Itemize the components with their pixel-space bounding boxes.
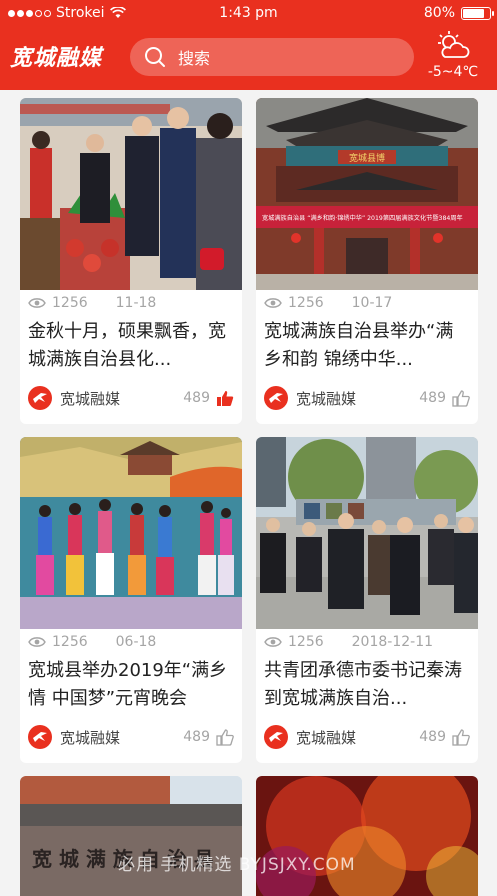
like-count: 489	[419, 390, 446, 406]
status-time: 1:43 pm	[219, 5, 278, 21]
source-name: 宽城融媒	[60, 728, 121, 747]
card-meta: 1256 10-17	[264, 295, 392, 311]
news-photo: 宽城县博 宽城满族自治县 “满乡和韵·锦绣中华” 2019第四届满族文化节暨38…	[256, 98, 478, 290]
card-meta: 1256 2018-12-11	[264, 634, 433, 650]
card-footer: 宽城融媒 489	[28, 724, 234, 750]
news-title[interactable]: 共青团承德市委书记秦涛 到宽城满族自治...	[264, 657, 472, 713]
source-logo-icon	[28, 386, 52, 410]
like-button[interactable]: 489	[419, 389, 470, 407]
source-name: 宽城融媒	[60, 389, 121, 408]
like-button[interactable]: 489	[419, 728, 470, 746]
app-header: Strokei 1:43 pm 80% 宽城融媒 搜索 -5~4℃	[0, 0, 497, 90]
thumbs-up-filled-icon	[217, 390, 234, 406]
battery-status: 80%	[423, 5, 494, 21]
eye-icon	[264, 637, 282, 647]
news-card[interactable]: 1256 11-18 金秋十月，硕果飘香，宽 城满族自治县化... 宽城融媒 4…	[20, 98, 242, 424]
like-count: 489	[183, 390, 210, 406]
news-photo	[256, 437, 478, 629]
source-name: 宽城融媒	[296, 728, 357, 747]
photo-banner-text: 宽城满族自治县 “满乡和韵·锦绣中华” 2019第四届满族文化节暨384周年	[262, 214, 463, 222]
watermark-text: 必用 手机精选 BYJSJXY.COM	[118, 855, 356, 875]
news-photo	[20, 98, 242, 290]
publish-date: 11-18	[115, 295, 157, 311]
news-photo	[256, 776, 478, 896]
app-logo[interactable]: 宽城融媒	[10, 40, 102, 72]
thumbs-up-icon	[452, 389, 470, 407]
news-card[interactable]: 宽 城 满 族 自 治 县	[20, 776, 242, 896]
photo-plaque-text: 宽城县博	[349, 152, 385, 164]
card-meta: 1256 06-18	[28, 634, 156, 650]
news-title-line: 共青团承德市委书记秦涛	[264, 660, 462, 681]
search-bar[interactable]: 搜索	[130, 38, 414, 76]
news-title[interactable]: 宽城满族自治县举办“满 乡和韵 锦绣中华...	[264, 318, 472, 374]
eye-icon	[264, 298, 282, 308]
view-count: 1256	[52, 634, 88, 650]
news-title-line: 乡和韵 锦绣中华...	[264, 349, 413, 370]
card-meta: 1256 11-18	[28, 295, 156, 311]
view-count: 1256	[52, 295, 88, 311]
view-count: 1256	[288, 634, 324, 650]
thumbs-up-icon	[216, 728, 234, 746]
news-card[interactable]: 宽城县博 宽城满族自治县 “满乡和韵·锦绣中华” 2019第四届满族文化节暨38…	[256, 98, 478, 424]
source-logo-icon	[264, 725, 288, 749]
eye-icon	[28, 298, 46, 308]
news-title-line: 情 中国梦”元宵晚会	[28, 688, 188, 709]
thumbs-up-icon	[452, 728, 470, 746]
news-title-line: 宽城满族自治县举办“满	[264, 321, 454, 342]
news-photo: 宽 城 满 族 自 治 县	[20, 776, 242, 896]
news-photo	[20, 437, 242, 629]
search-placeholder: 搜索	[178, 49, 211, 68]
news-title-line: 城满族自治县化...	[28, 349, 172, 370]
news-card[interactable]: 1256 06-18 宽城县举办2019年“满乡 情 中国梦”元宵晚会 宽城融媒…	[20, 437, 242, 763]
status-bar: Strokei 1:43 pm 80%	[0, 0, 497, 28]
like-count: 489	[183, 729, 210, 745]
weather-widget[interactable]: -5~4℃	[423, 30, 483, 80]
eye-icon	[28, 637, 46, 647]
news-title[interactable]: 金秋十月，硕果飘香，宽 城满族自治县化...	[28, 318, 236, 374]
source-logo-icon	[264, 386, 288, 410]
source-logo-icon	[28, 725, 52, 749]
news-title[interactable]: 宽城县举办2019年“满乡 情 中国梦”元宵晚会	[28, 657, 236, 713]
news-card[interactable]	[256, 776, 478, 896]
news-title-line: 到宽城满族自治...	[264, 688, 408, 709]
like-count: 489	[419, 729, 446, 745]
like-button[interactable]: 489	[183, 728, 234, 746]
news-title-line: 金秋十月，硕果飘香，宽	[28, 321, 226, 342]
battery-percent: 80%	[423, 5, 455, 21]
news-title-line: 宽城县举办2019年“满乡	[28, 660, 228, 681]
publish-date: 2018-12-11	[351, 634, 434, 650]
temperature-range: -5~4℃	[427, 64, 479, 80]
like-button[interactable]: 489	[183, 390, 234, 407]
card-footer: 宽城融媒 489	[28, 385, 234, 411]
card-footer: 宽城融媒 489	[264, 385, 470, 411]
view-count: 1256	[288, 295, 324, 311]
publish-date: 10-17	[351, 295, 393, 311]
card-footer: 宽城融媒 489	[264, 724, 470, 750]
battery-icon	[461, 6, 494, 20]
search-icon	[145, 47, 165, 67]
news-card[interactable]: 1256 2018-12-11 共青团承德市委书记秦涛 到宽城满族自治... 宽…	[256, 437, 478, 763]
publish-date: 06-18	[115, 634, 157, 650]
partly-cloudy-icon	[438, 31, 470, 58]
source-name: 宽城融媒	[296, 389, 357, 408]
